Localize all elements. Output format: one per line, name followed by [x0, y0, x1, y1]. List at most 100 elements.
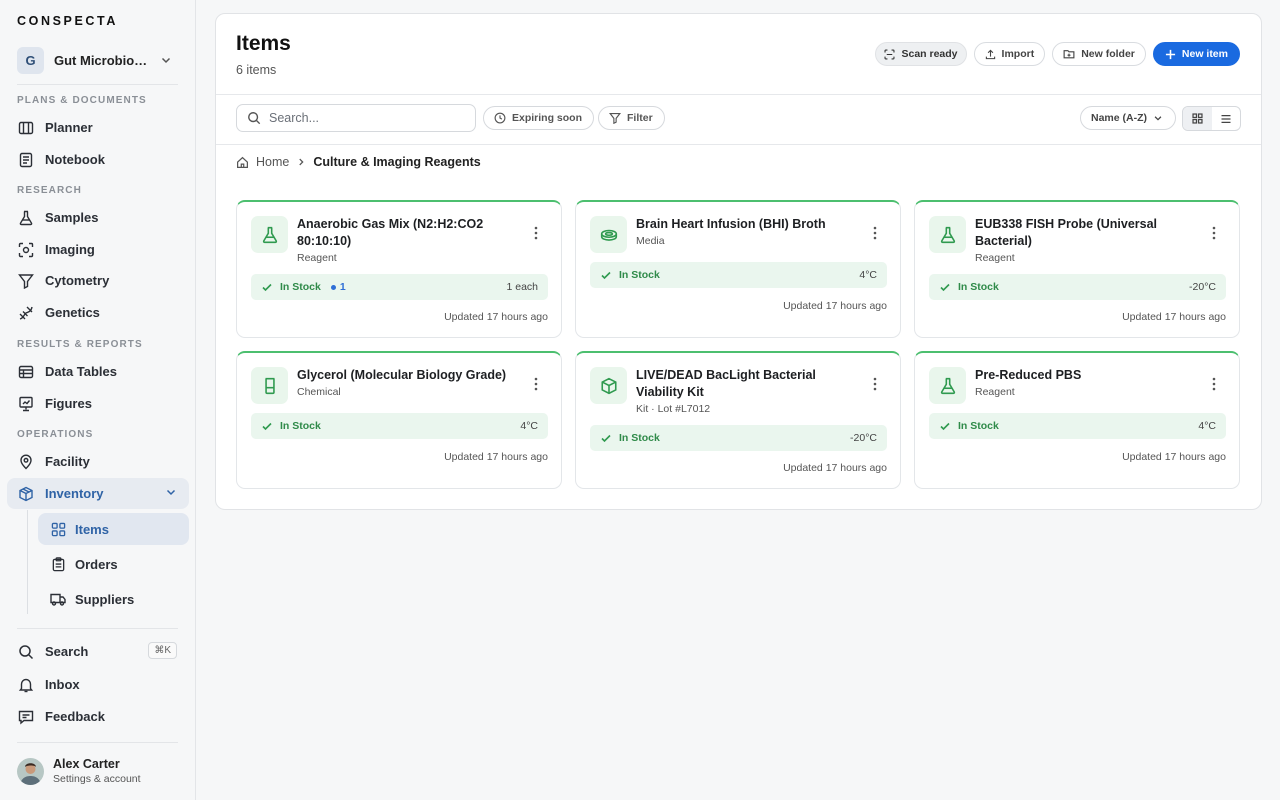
sidebar-divider: [17, 628, 178, 629]
item-quantity: 4°C: [859, 269, 877, 281]
avatar: [17, 757, 44, 785]
item-quantity: -20°C: [850, 432, 877, 444]
more-vertical-icon[interactable]: [1212, 226, 1216, 240]
new-folder-label: New folder: [1081, 48, 1135, 60]
sidebar-item-label: Search: [45, 644, 89, 659]
sidebar-subitem-suppliers[interactable]: Suppliers: [38, 583, 189, 615]
item-type: Reagent: [297, 252, 337, 264]
list-icon: [1220, 113, 1232, 125]
expiring-soon-filter[interactable]: Expiring soon: [483, 106, 595, 130]
sidebar-item-data-tables[interactable]: Data Tables: [7, 356, 189, 387]
new-item-label: New item: [1181, 48, 1228, 60]
sidebar-subitem-items[interactable]: Items: [38, 513, 189, 545]
check-icon: [600, 432, 612, 444]
workspace-switcher[interactable]: G Gut Microbiome Lab: [17, 46, 179, 74]
scan-icon: [17, 241, 35, 259]
user-name: Alex Carter: [53, 757, 120, 771]
sidebar-item-genetics[interactable]: Genetics: [7, 297, 189, 328]
import-button[interactable]: Import: [973, 42, 1046, 66]
item-card[interactable]: EUB338 FISH Probe (Universal Bacterial) …: [914, 200, 1240, 338]
sidebar-item-samples[interactable]: Samples: [7, 202, 189, 233]
sidebar-item-inbox[interactable]: Inbox: [7, 669, 189, 700]
search-input[interactable]: [269, 111, 464, 125]
new-folder-button[interactable]: New folder: [1052, 42, 1146, 66]
search-field[interactable]: [236, 104, 476, 132]
item-quantity: 1 each: [506, 281, 538, 293]
check-icon: [939, 281, 951, 293]
more-vertical-icon[interactable]: [1212, 377, 1216, 391]
sort-dropdown[interactable]: Name (A-Z): [1080, 106, 1176, 130]
item-name: Anaerobic Gas Mix (N2:H2:CO2 80:10:10): [297, 217, 484, 248]
keyboard-shortcut-badge: ⌘K: [148, 642, 177, 659]
sidebar-item-search[interactable]: Search ⌘K: [7, 636, 189, 667]
bell-icon: [17, 676, 35, 694]
sidebar-item-imaging[interactable]: Imaging: [7, 234, 189, 265]
sidebar-item-label: Cytometry: [45, 273, 110, 288]
package-icon: [17, 485, 35, 503]
stock-status-bar: In Stock 1 1 each: [251, 274, 548, 300]
sidebar-subitem-orders[interactable]: Orders: [38, 548, 189, 580]
more-vertical-icon[interactable]: [534, 226, 538, 240]
item-count: 6 items: [236, 63, 277, 77]
more-vertical-icon[interactable]: [873, 377, 877, 391]
sidebar-item-label: Orders: [75, 556, 118, 572]
user-account[interactable]: Alex Carter Settings & account: [17, 757, 141, 785]
updated-timestamp: Updated 17 hours ago: [783, 300, 887, 312]
sidebar-item-label: Inventory: [45, 486, 104, 501]
check-icon: [261, 281, 273, 293]
item-card[interactable]: Glycerol (Molecular Biology Grade) Chemi…: [236, 351, 562, 489]
sidebar-item-label: Inbox: [45, 677, 80, 692]
item-card[interactable]: Anaerobic Gas Mix (N2:H2:CO2 80:10:10) R…: [236, 200, 562, 338]
sidebar-item-planner[interactable]: Planner: [7, 112, 189, 143]
item-card[interactable]: LIVE/DEAD BacLight Bacterial Viability K…: [575, 351, 901, 489]
item-name: Glycerol (Molecular Biology Grade): [297, 368, 507, 382]
updated-timestamp: Updated 17 hours ago: [444, 451, 548, 463]
flask-icon: [929, 367, 966, 404]
petri-dish-icon: [590, 216, 627, 253]
chevron-down-icon: [165, 486, 177, 498]
stock-status: In Stock: [958, 281, 999, 293]
sidebar-item-inventory[interactable]: Inventory: [7, 478, 189, 509]
workspace-name: Gut Microbiome Lab: [54, 52, 152, 68]
item-name: Pre-Reduced PBS: [975, 368, 1082, 382]
view-toggle: [1182, 106, 1241, 131]
updated-timestamp: Updated 17 hours ago: [444, 311, 548, 323]
flask-icon: [251, 216, 288, 253]
dna-icon: [17, 304, 35, 322]
beaker-icon: [251, 367, 288, 404]
stock-status: In Stock: [619, 432, 660, 444]
sidebar-item-facility[interactable]: Facility: [7, 446, 189, 477]
updated-timestamp: Updated 17 hours ago: [783, 462, 887, 474]
sidebar-divider: [17, 742, 178, 743]
message-square-icon: [17, 708, 35, 726]
sidebar-item-figures[interactable]: Figures: [7, 388, 189, 419]
new-item-button[interactable]: New item: [1152, 42, 1240, 66]
list-view-button[interactable]: [1212, 107, 1241, 130]
more-vertical-icon[interactable]: [873, 226, 877, 240]
flask-icon: [929, 216, 966, 253]
sidebar-item-notebook[interactable]: Notebook: [7, 144, 189, 175]
flask-icon: [17, 209, 35, 227]
sidebar-divider: [17, 84, 178, 85]
funnel-icon: [17, 272, 35, 290]
location-dot-icon: [330, 284, 336, 290]
section-results-reports: RESULTS & REPORTS: [17, 339, 143, 350]
filter-button[interactable]: Filter: [598, 106, 665, 130]
breadcrumb-current: Culture & Imaging Reagents: [313, 155, 481, 169]
truck-icon: [49, 590, 67, 608]
check-icon: [939, 420, 951, 432]
grid-view-button[interactable]: [1183, 107, 1212, 130]
sort-label: Name (A-Z): [1091, 112, 1148, 124]
sidebar-item-label: Data Tables: [45, 364, 118, 379]
scan-ready-button[interactable]: Scan ready: [875, 42, 967, 66]
stock-status-bar: In Stock -20°C: [590, 425, 887, 451]
item-card[interactable]: Brain Heart Infusion (BHI) Broth Media I…: [575, 200, 901, 338]
breadcrumb-home[interactable]: Home: [256, 155, 289, 169]
scan-ready-label: Scan ready: [901, 48, 958, 60]
item-card[interactable]: Pre-Reduced PBS Reagent In Stock 4°C Upd…: [914, 351, 1240, 489]
more-vertical-icon[interactable]: [534, 377, 538, 391]
sidebar-item-label: Samples: [45, 210, 99, 225]
sidebar-item-cytometry[interactable]: Cytometry: [7, 265, 189, 296]
presentation-icon: [17, 395, 35, 413]
sidebar-item-feedback[interactable]: Feedback: [7, 701, 189, 732]
